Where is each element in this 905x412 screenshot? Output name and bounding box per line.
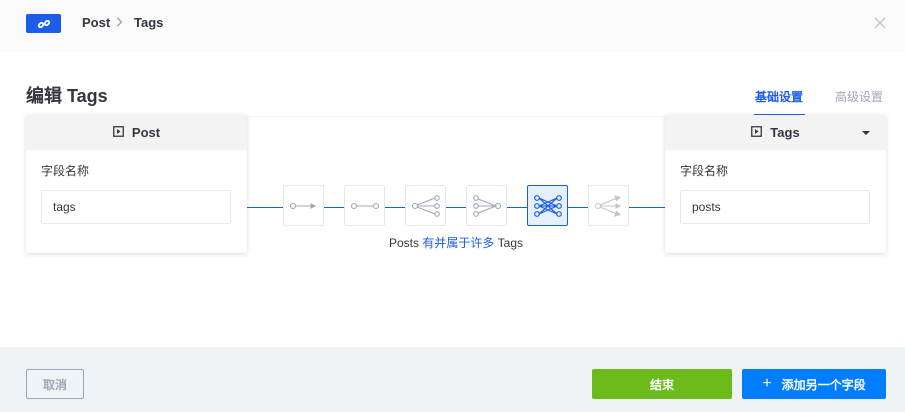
right-model-name: Tags bbox=[770, 125, 800, 140]
many-way-icon bbox=[594, 194, 621, 217]
right-model-card: Tags 字段名称 bbox=[665, 115, 886, 253]
right-field-label: 字段名称 bbox=[680, 164, 729, 178]
one-to-one-icon bbox=[350, 202, 379, 209]
add-another-field-button[interactable]: + 添加另一个字段 bbox=[742, 369, 886, 399]
left-model-header: Post bbox=[26, 115, 247, 150]
relation-type-label: 有并属于许多 bbox=[422, 236, 495, 250]
link-icon bbox=[26, 14, 61, 33]
close-icon[interactable] bbox=[872, 15, 888, 31]
relation-many-way-button[interactable] bbox=[588, 185, 629, 226]
finish-button[interactable]: 结束 bbox=[592, 369, 732, 399]
left-model-card: Post 字段名称 bbox=[26, 115, 247, 253]
relation-description: Posts 有并属于许多 Tags bbox=[0, 234, 905, 251]
page-title: 编辑 Tags bbox=[26, 86, 108, 106]
breadcrumb-tags: Tags bbox=[134, 15, 164, 30]
header-bar: Post Tags bbox=[0, 0, 905, 52]
left-field-name-input[interactable] bbox=[41, 190, 231, 224]
tab-advanced-settings[interactable]: 高级设置 bbox=[835, 88, 883, 105]
left-model-name: Post bbox=[131, 125, 161, 140]
breadcrumb-post[interactable]: Post bbox=[82, 14, 110, 32]
many-to-many-icon bbox=[533, 194, 562, 217]
add-another-field-label: 添加另一个字段 bbox=[781, 377, 866, 392]
relation-many-to-many-button[interactable] bbox=[527, 185, 568, 226]
relation-one-way-button[interactable] bbox=[283, 185, 324, 226]
one-way-icon bbox=[289, 202, 316, 209]
chevron-right-icon bbox=[116, 15, 124, 34]
relation-one-to-many-button[interactable] bbox=[405, 185, 446, 226]
right-field-name-input[interactable] bbox=[680, 190, 870, 224]
many-to-one-icon bbox=[472, 194, 501, 217]
caret-down-icon[interactable] bbox=[862, 131, 870, 135]
relation-many-to-one-button[interactable] bbox=[466, 185, 507, 226]
modal-footer: 取消 结束 + 添加另一个字段 bbox=[0, 347, 905, 412]
right-model-header[interactable]: Tags bbox=[665, 115, 886, 150]
relation-to-label: Tags bbox=[497, 236, 524, 250]
left-field-label: 字段名称 bbox=[41, 164, 90, 178]
relation-from-label: Posts bbox=[388, 236, 419, 250]
one-to-many-icon bbox=[411, 194, 440, 217]
tab-basic-settings[interactable]: 基础设置 bbox=[755, 88, 803, 105]
relation-one-to-one-button[interactable] bbox=[344, 185, 385, 226]
plus-icon: + bbox=[762, 375, 772, 392]
content-type-icon bbox=[113, 125, 124, 140]
content-type-icon bbox=[751, 125, 763, 140]
cancel-button[interactable]: 取消 bbox=[26, 369, 84, 399]
